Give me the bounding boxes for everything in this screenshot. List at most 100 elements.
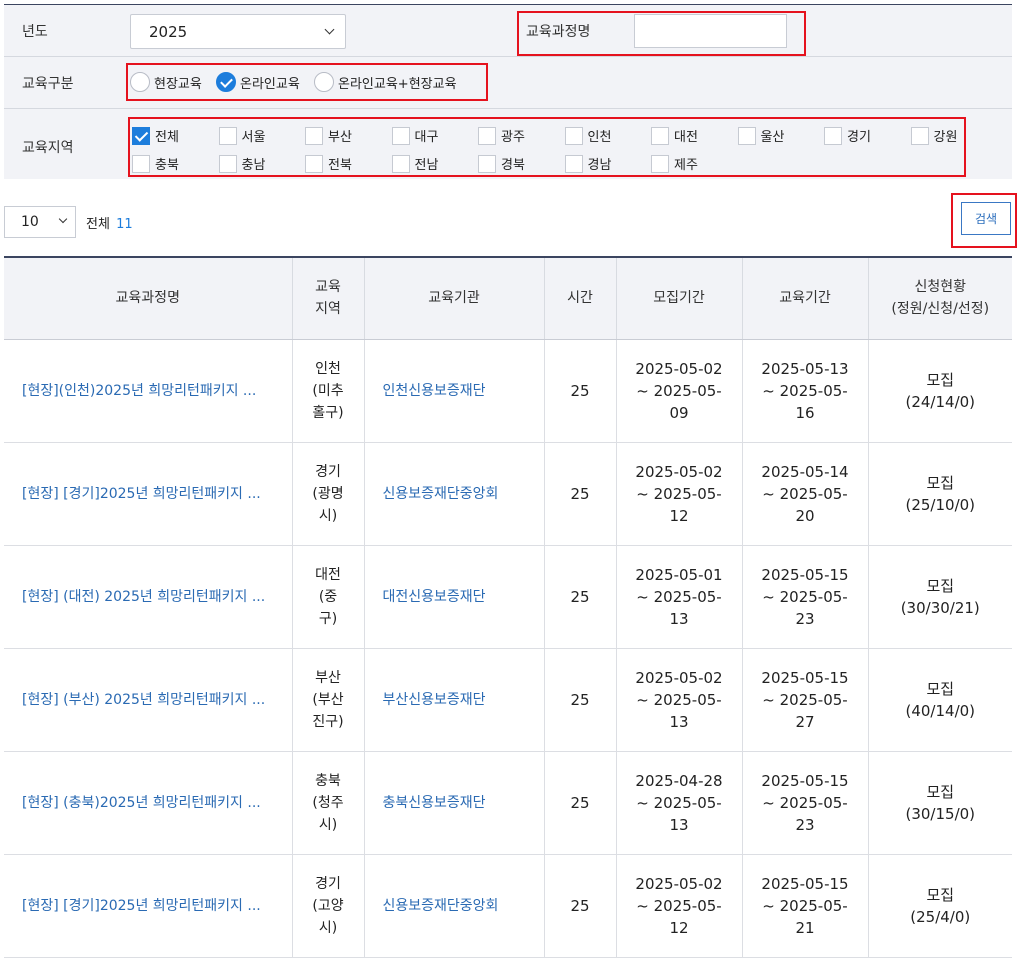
table-header-row: 교육과정명 교육 지역 교육기관 시간 모집기간 교육기간 신청현황 (정원/신청/선정) <box>4 256 1012 340</box>
type-radio-option[interactable]: 온라인교육 <box>216 72 300 92</box>
course-name-link[interactable]: [현장] [경기]2025년 희망리턴패키지 ... <box>22 483 286 505</box>
region-cell: 충북 (청주 시) <box>291 751 364 855</box>
region-checkbox-label: 울산 <box>760 130 785 145</box>
region-checkbox-label: 충남 <box>241 158 266 173</box>
region-checkbox[interactable]: 경북 <box>478 154 525 173</box>
column-header: 모집기간 <box>615 256 742 340</box>
search-button[interactable]: 검색 <box>961 202 1011 235</box>
checkbox-icon <box>564 126 583 145</box>
institution-link[interactable]: 충북신용보증재단 <box>363 751 544 855</box>
table-row[interactable]: [현장] (대전) 2025년 희망리턴패키지 ... 대전 (중 구) 대전신용보증재… <box>4 545 1012 649</box>
region-checkbox[interactable]: 전체 <box>132 126 179 145</box>
region-checkbox-label: 전북 <box>328 158 352 173</box>
region-checkbox[interactable]: 부산 <box>305 126 352 145</box>
checkbox-icon <box>737 126 756 145</box>
region-checkbox[interactable]: 경남 <box>564 154 612 173</box>
region-checkbox-label: 광주 <box>501 130 525 145</box>
year-select[interactable]: 2025 <box>130 14 346 49</box>
recruit-period-cell: 2025-05-01 ~ 2025-05-13 <box>615 545 742 649</box>
hours-cell: 25 <box>543 648 616 752</box>
type-radio-option[interactable]: 온라인교육+현장교육 <box>314 72 457 92</box>
table-row[interactable]: [현장] [경기]2025년 희망리턴패키지 ... 경기 (광명 시) 신용보증재단중… <box>4 442 1012 546</box>
type-radio-label: 온라인교육+현장교육 <box>338 76 457 92</box>
course-name-cell: [현장] (부산) 2025년 희망리턴패키지 ... <box>4 648 292 752</box>
hours-cell: 25 <box>543 545 616 649</box>
institution-link[interactable]: 신용보증재단중앙회 <box>363 442 544 546</box>
application-status-cell: 모집 (30/30/21) <box>867 545 1012 649</box>
course-table: 교육과정명 교육 지역 교육기관 시간 모집기간 교육기간 신청현황 (정원/신청/선정) [현… <box>4 256 1012 958</box>
region-checkbox-label: 경남 <box>587 158 612 173</box>
region-checkbox-label: 경북 <box>501 158 525 173</box>
column-header: 교육 지역 <box>291 256 364 340</box>
recruit-period-cell: 2025-05-02 ~ 2025-05-13 <box>615 648 742 752</box>
total-count: 전체 11 <box>86 213 133 232</box>
hours-cell: 25 <box>543 751 616 855</box>
hours-cell: 25 <box>543 339 616 443</box>
region-checkbox[interactable]: 광주 <box>478 126 525 145</box>
type-radio-option[interactable]: 현장교육 <box>130 72 202 92</box>
table-row[interactable]: [현장] [경기]2025년 희망리턴패키지 ... 경기 (고양 시) 신용보증재단중… <box>4 854 1012 958</box>
region-checkbox[interactable]: 전북 <box>305 154 352 173</box>
region-checkbox[interactable]: 인천 <box>564 126 611 145</box>
course-name-cell: [현장] (충북)2025년 희망리턴패키지 ... <box>4 751 292 855</box>
year-label: 년도 <box>22 24 48 40</box>
region-checkbox[interactable]: 경기 <box>824 126 871 145</box>
checkbox-icon <box>391 126 410 145</box>
institution-link[interactable]: 인천신용보증재단 <box>363 339 544 443</box>
region-checkbox[interactable]: 대구 <box>391 126 438 145</box>
course-name-cell: [현장](인천)2025년 희망리턴패키지 ... <box>4 339 292 443</box>
table-row[interactable]: [현장](인천)2025년 희망리턴패키지 ... 인천 (미추 홀구) 인천신용보증재… <box>4 339 1012 443</box>
course-name-link[interactable]: [현장] (부산) 2025년 희망리턴패키지 ... <box>22 689 286 711</box>
course-name-link[interactable]: [현장] (대전) 2025년 희망리턴패키지 ... <box>22 586 286 608</box>
region-label: 교육지역 <box>22 140 74 156</box>
checkbox-icon <box>651 154 669 173</box>
course-name-label: 교육과정명 <box>526 24 591 40</box>
year-select-value: 2025 <box>149 23 188 41</box>
page-size-select[interactable]: 10 <box>4 206 76 238</box>
institution-link[interactable]: 신용보증재단중앙회 <box>363 854 544 958</box>
course-name-link[interactable]: [현장](인천)2025년 희망리턴패키지 ... <box>22 380 286 402</box>
region-checkbox-label: 제주 <box>674 158 698 173</box>
region-checkbox[interactable]: 충남 <box>218 154 266 173</box>
course-name-link[interactable]: [현장] [경기]2025년 희망리턴패키지 ... <box>22 895 286 917</box>
region-checkbox[interactable]: 대전 <box>651 126 698 145</box>
application-status-cell: 모집 (30/15/0) <box>867 751 1012 855</box>
filter-row-region: 교육지역 전체 서울 부산 대구 광주 인천 대전 울산 경기 강원충북 충남 전북 전남 경북 경남 제주 <box>4 109 1012 180</box>
total-count-value: 11 <box>116 217 133 232</box>
region-checkbox[interactable]: 강원 <box>910 126 957 145</box>
type-radio-label: 온라인교육 <box>240 76 300 92</box>
table-row[interactable]: [현장] (충북)2025년 희망리턴패키지 ... 충북 (청주 시) 충북신용보증재… <box>4 751 1012 855</box>
region-cell: 경기 (광명 시) <box>291 442 364 546</box>
region-checkbox[interactable]: 전남 <box>391 154 438 173</box>
column-header: 교육기간 <box>741 256 868 340</box>
course-name-input[interactable] <box>634 14 787 48</box>
course-name-link[interactable]: [현장] (충북)2025년 희망리턴패키지 ... <box>22 792 286 814</box>
region-checkbox-label: 전체 <box>155 130 179 145</box>
hours-cell: 25 <box>543 442 616 546</box>
radio-icon <box>314 72 334 92</box>
application-status-cell: 모집 (40/14/0) <box>867 648 1012 752</box>
checkbox-icon <box>218 126 237 145</box>
institution-link[interactable]: 부산신용보증재단 <box>363 648 544 752</box>
chevron-down-icon <box>324 24 335 35</box>
education-period-cell: 2025-05-13 ~ 2025-05-16 <box>741 339 868 443</box>
checkbox-icon <box>478 126 496 145</box>
search-filter-panel: 년도 2025 교육과정명 교육구분 현장교육 온라인교육 온라인교육+현장교육 교… <box>4 4 1012 179</box>
region-checkbox-label: 서울 <box>241 130 266 145</box>
chevron-down-icon <box>58 214 68 224</box>
region-checkbox[interactable]: 제주 <box>651 154 698 173</box>
region-checkbox[interactable]: 충북 <box>132 154 179 173</box>
filter-row-year: 년도 2025 교육과정명 <box>4 5 1012 57</box>
checkbox-icon <box>824 126 842 145</box>
region-checkbox[interactable]: 울산 <box>737 126 785 145</box>
column-header: 교육과정명 <box>4 256 292 340</box>
recruit-period-cell: 2025-05-02 ~ 2025-05-12 <box>615 854 742 958</box>
institution-link[interactable]: 대전신용보증재단 <box>363 545 544 649</box>
region-checkbox[interactable]: 서울 <box>218 126 266 145</box>
table-row[interactable]: [현장] (부산) 2025년 희망리턴패키지 ... 부산 (부산 진구) 부산신용보… <box>4 648 1012 752</box>
region-cell: 부산 (부산 진구) <box>291 648 364 752</box>
type-label: 교육구분 <box>22 76 74 92</box>
table-body: [현장](인천)2025년 희망리턴패키지 ... 인천 (미추 홀구) 인천신용보증재… <box>4 339 1012 958</box>
education-period-cell: 2025-05-15 ~ 2025-05-21 <box>741 854 868 958</box>
checkbox-icon <box>305 126 323 145</box>
